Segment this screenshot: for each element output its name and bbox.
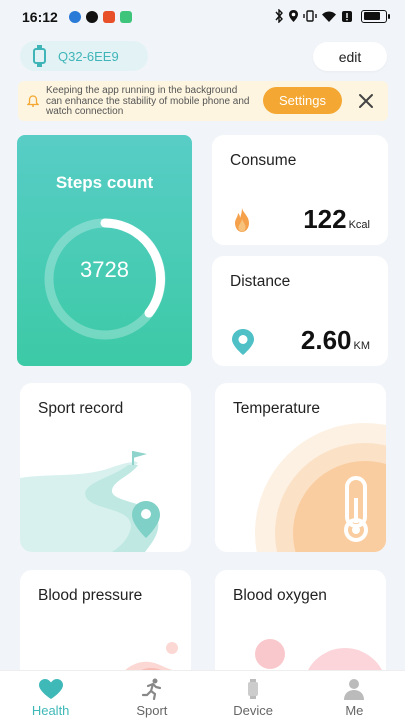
status-icons — [274, 9, 390, 23]
person-icon — [344, 679, 365, 700]
background-run-notice: Keeping the app running in the backgroun… — [18, 81, 388, 121]
temperature-card[interactable]: Temperature — [215, 383, 386, 552]
status-time: 16:12 — [22, 9, 58, 25]
consume-card[interactable]: Consume 122 Kcal — [212, 135, 388, 245]
distance-card[interactable]: Distance 2.60 KM — [212, 256, 388, 366]
vibrate-icon — [303, 10, 317, 22]
distance-title: Distance — [230, 273, 291, 290]
settings-button[interactable]: Settings — [263, 87, 342, 114]
tab-me-label: Me — [345, 703, 364, 718]
tab-device[interactable]: Device — [203, 671, 304, 720]
steps-value: 3728 — [80, 257, 129, 282]
battery-icon — [361, 9, 390, 23]
tab-device-label: Device — [233, 703, 273, 718]
distance-metric: 2.60 KM — [301, 325, 370, 356]
heart-icon — [38, 679, 63, 699]
notification-app-icon — [119, 11, 132, 23]
device-name: Q32-6EE9 — [58, 48, 119, 64]
consume-metric: 122 Kcal — [303, 204, 370, 235]
device-selector[interactable]: Q32-6EE9 — [20, 41, 148, 71]
bell-icon — [27, 95, 39, 107]
sport-record-title: Sport record — [38, 400, 124, 417]
distance-unit: KM — [353, 340, 371, 352]
notice-message: Keeping the app running in the backgroun… — [46, 85, 250, 117]
blood-oxygen-card[interactable]: Blood oxygen — [215, 570, 386, 680]
runner-icon — [141, 678, 161, 700]
alert-icon — [342, 10, 352, 22]
consume-value: 122 — [303, 204, 347, 234]
notification-app-icon — [85, 11, 98, 23]
blood-pressure-title: Blood pressure — [38, 587, 143, 604]
tab-health-label: Health — [31, 703, 70, 718]
notification-app-icon — [68, 11, 81, 23]
consume-title: Consume — [230, 152, 297, 169]
temperature-title: Temperature — [233, 400, 321, 417]
status-bar: 16:12 — [0, 0, 405, 34]
bottom-tab-bar: Health Sport Device Me — [0, 670, 405, 720]
close-icon[interactable] — [358, 93, 374, 109]
notification-app-icon — [102, 11, 115, 23]
watch-icon — [33, 45, 46, 67]
wifi-icon — [322, 11, 336, 22]
steps-title: Steps count — [55, 173, 154, 192]
location-icon — [289, 10, 298, 22]
edit-button[interactable]: edit — [313, 42, 387, 71]
consume-unit: Kcal — [348, 219, 370, 231]
tab-sport[interactable]: Sport — [101, 671, 202, 720]
sport-record-card[interactable]: Sport record — [20, 383, 191, 552]
tab-sport-label: Sport — [136, 703, 168, 718]
watch-icon — [248, 679, 259, 699]
tab-health[interactable]: Health — [0, 671, 101, 720]
tab-me[interactable]: Me — [304, 671, 405, 720]
blood-pressure-card[interactable]: Blood pressure — [20, 570, 191, 680]
blood-oxygen-title: Blood oxygen — [233, 587, 327, 604]
flame-icon — [235, 208, 249, 232]
map-pin-icon — [232, 329, 254, 355]
bluetooth-icon — [275, 9, 283, 23]
steps-card[interactable]: Steps count 3728 — [17, 135, 192, 366]
distance-value: 2.60 — [300, 325, 352, 355]
